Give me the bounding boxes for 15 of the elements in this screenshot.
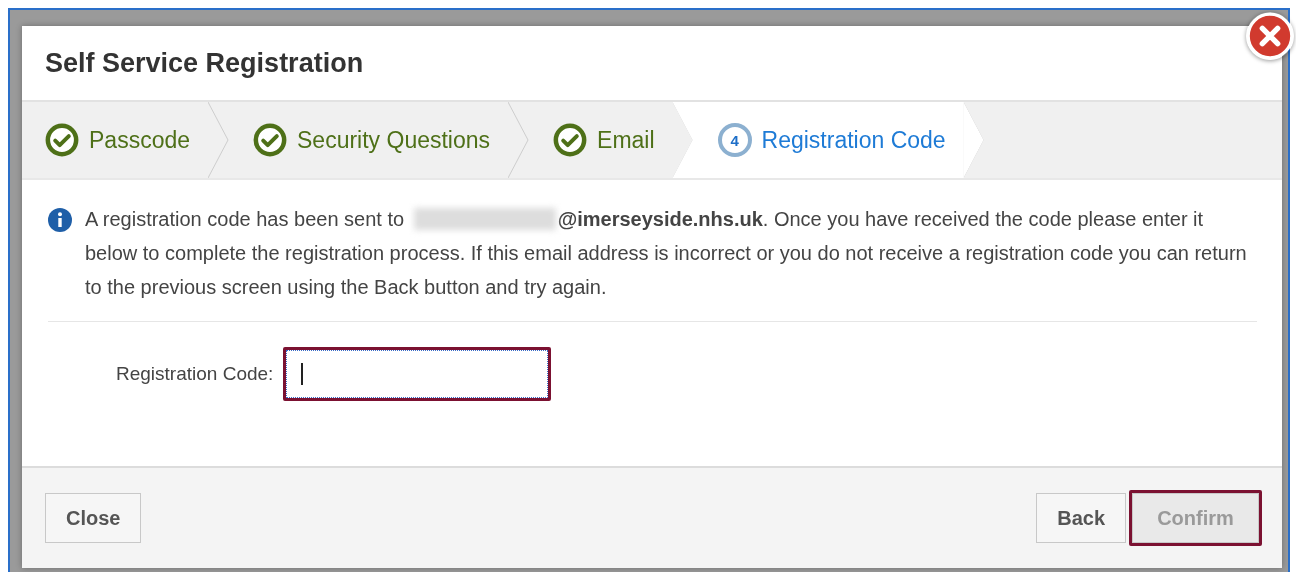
step-number: 4 <box>717 123 752 157</box>
step-tab[interactable]: Security Questions <box>230 102 509 178</box>
back-button[interactable]: Back <box>1036 493 1126 543</box>
field-label: Registration Code: <box>116 363 274 385</box>
checkmark-icon <box>45 123 79 157</box>
step-tab[interactable]: Email <box>530 102 673 178</box>
close-button[interactable]: Close <box>45 493 142 543</box>
step-tab[interactable]: 4 Registration Code <box>672 102 964 178</box>
info-icon <box>48 208 72 232</box>
message-text: A registration code has been sent to @imerseyside.nhs.uk. Once you have received the code please enter it below to complete the registration process. If this email address is incorrect or you do not receive a registration code you can return to the previous screen using the Back button and try again. <box>85 207 1248 300</box>
step-tab[interactable]: Passcode <box>22 102 208 178</box>
checkmark-icon <box>253 123 287 157</box>
checkmark-icon <box>553 123 588 157</box>
close-icon[interactable] <box>1246 12 1294 60</box>
dialog-title: Self Service Registration <box>45 47 364 79</box>
